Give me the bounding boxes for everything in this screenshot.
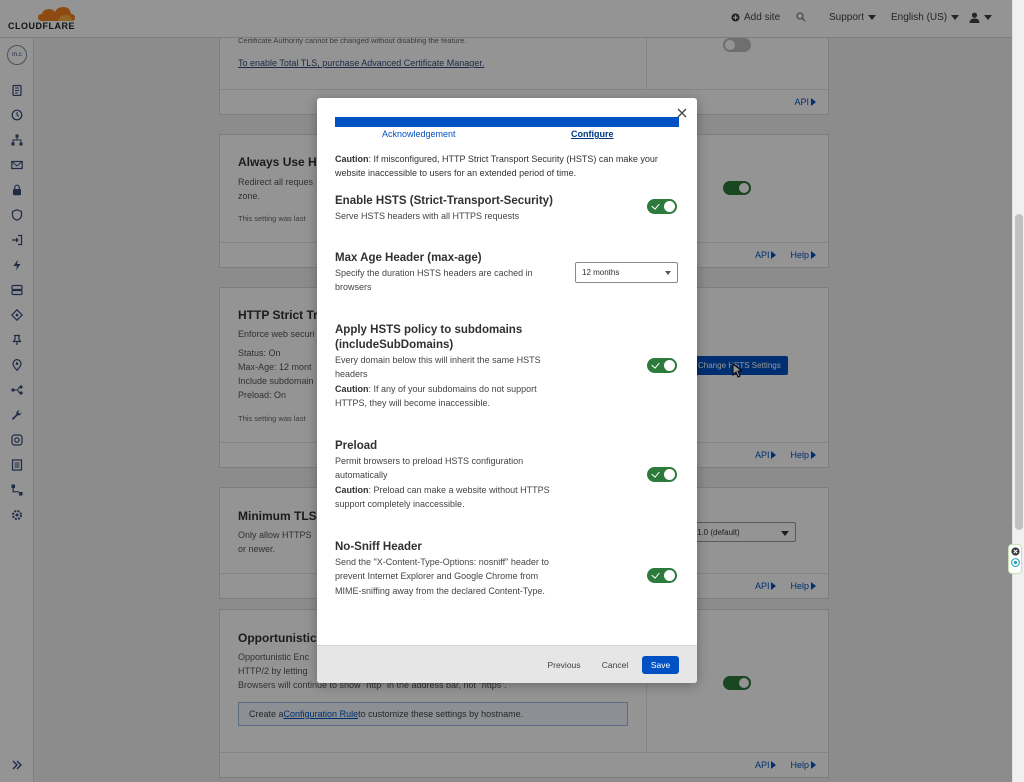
check-icon	[651, 201, 660, 210]
step-configure[interactable]: Configure	[571, 129, 614, 139]
nosniff-setting: No-Sniff Header Send the "X-Content-Type…	[335, 540, 681, 598]
setting-caution: Caution: If any of your subdomains do no…	[335, 383, 537, 408]
setting-description: Specify the duration HSTS headers are ca…	[335, 268, 533, 293]
include-subdomains-setting: Apply HSTS policy to subdomains (include…	[335, 323, 681, 410]
nosniff-toggle[interactable]	[647, 568, 677, 583]
step-acknowledgement[interactable]: Acknowledgement	[382, 129, 456, 139]
modal-body: Caution: If misconfigured, HTTP Strict T…	[335, 148, 681, 638]
setting-description: Serve HSTS headers with all HTTPS reques…	[335, 211, 520, 221]
include-subdomains-toggle[interactable]	[647, 358, 677, 373]
hsts-caution: Caution: If misconfigured, HTTP Strict T…	[335, 154, 658, 178]
scrollbar-thumb[interactable]	[1015, 214, 1023, 530]
chevron-down-icon	[665, 271, 671, 275]
modal-footer: Previous Cancel Save	[317, 645, 697, 683]
check-icon	[651, 469, 660, 478]
setting-description: Every domain below this will inherit the…	[335, 355, 541, 380]
setting-title: Preload	[335, 440, 378, 452]
setting-title: Max Age Header (max-age)	[335, 252, 482, 264]
setting-title: No-Sniff Header	[335, 541, 422, 553]
save-button[interactable]: Save	[642, 656, 679, 674]
target-icon[interactable]	[1010, 558, 1020, 567]
preload-toggle[interactable]	[647, 467, 677, 482]
extension-widget	[1008, 544, 1022, 574]
check-icon	[651, 360, 660, 369]
cancel-button[interactable]: Cancel	[599, 656, 631, 674]
preload-setting: Preload Permit browsers to preload HSTS …	[335, 439, 681, 511]
previous-button[interactable]: Previous	[543, 656, 585, 674]
max-age-setting: Max Age Header (max-age) Specify the dur…	[335, 251, 681, 295]
setting-description: Send the "X-Content-Type-Options: nosnif…	[335, 557, 549, 596]
setting-description: Permit browsers to preload HSTS configur…	[335, 456, 524, 481]
close-circle-icon[interactable]	[1010, 547, 1020, 556]
setting-title: Apply HSTS policy to subdomains (include…	[335, 324, 523, 351]
hsts-settings-modal: Acknowledgement Configure Caution: If mi…	[317, 98, 697, 683]
setting-caution: Caution: Preload can make a website with…	[335, 484, 550, 509]
step-progress-bar	[335, 117, 679, 127]
max-age-select[interactable]: 12 months	[575, 262, 678, 283]
check-icon	[651, 570, 660, 579]
setting-title: Enable HSTS (Strict-Transport-Security)	[335, 195, 553, 207]
enable-hsts-setting: Enable HSTS (Strict-Transport-Security) …	[335, 194, 681, 223]
page-scrollbar[interactable]	[1012, 0, 1024, 782]
enable-hsts-toggle[interactable]	[647, 199, 677, 214]
